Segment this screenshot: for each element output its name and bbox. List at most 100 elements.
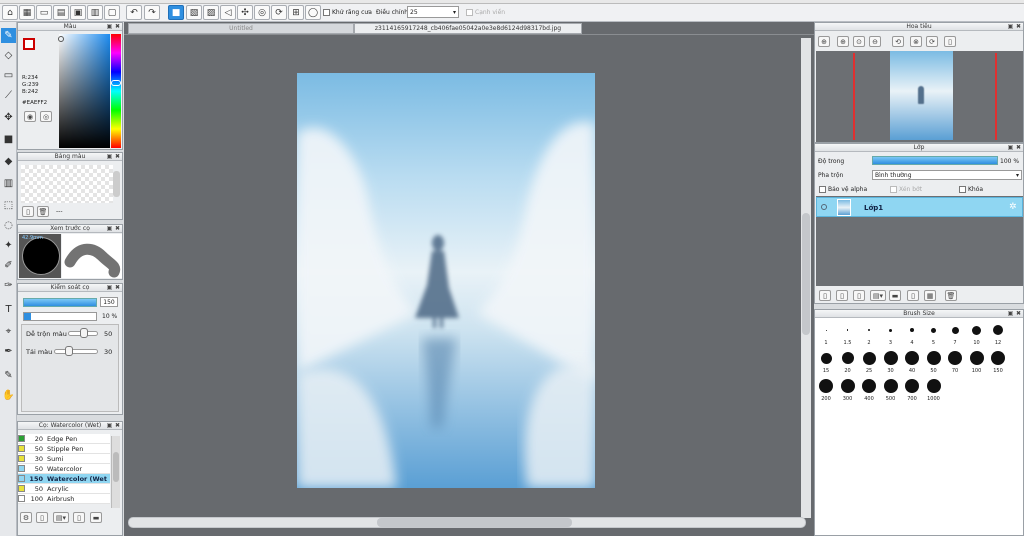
close-icon[interactable]: ✖ [1015, 144, 1022, 151]
brush-size-dot[interactable] [820, 352, 832, 364]
brush-tool-icon[interactable]: ✎ [1, 28, 16, 43]
minimize-icon[interactable]: ▣ [1007, 310, 1014, 317]
color-wheel-icon[interactable]: ◎ [40, 111, 52, 122]
select-tool-icon[interactable]: ⬚ [1, 198, 16, 213]
eraser-tool-icon[interactable]: ◇ [1, 48, 16, 63]
layer-menu-icon[interactable]: ▤▾ [870, 290, 886, 301]
brush-size-dot[interactable] [889, 328, 892, 332]
protect-alpha-option[interactable]: Bảo vệ alpha [819, 186, 867, 193]
merge-all-icon[interactable]: ▦ [924, 290, 936, 301]
rotate-left-icon[interactable]: ⟲ [892, 36, 904, 47]
chat-icon[interactable]: ▭ [36, 5, 52, 20]
blend-slider-handle[interactable] [80, 328, 88, 338]
undo-icon[interactable]: ↶ [126, 5, 142, 20]
brush-size-dot[interactable] [905, 351, 919, 365]
edge-checkbox[interactable] [466, 9, 473, 16]
brush-size-dot[interactable] [883, 379, 898, 393]
brush-item[interactable]: 100 Airbrush [18, 494, 110, 504]
brush-copy-icon[interactable]: ▯ [36, 512, 48, 523]
minimize-icon[interactable]: ▣ [106, 225, 113, 232]
brush-size-dot[interactable] [951, 326, 959, 334]
minimize-icon[interactable]: ▣ [1007, 23, 1014, 30]
minimize-icon[interactable]: ▣ [106, 153, 113, 160]
dropper2-tool-icon[interactable]: ✎ [1, 368, 16, 383]
expand-icon[interactable]: ✣ [237, 5, 253, 20]
brush-size-dot[interactable] [840, 379, 855, 393]
layer-icon[interactable]: ▤ [53, 5, 69, 20]
flip-icon[interactable]: ◁ [220, 5, 236, 20]
brush-size-dot[interactable] [862, 351, 876, 365]
brush-folder-icon[interactable]: ▬ [90, 512, 102, 523]
merge-down-icon[interactable]: ▯ [907, 290, 919, 301]
brush-item[interactable]: 30 Sumi [18, 454, 110, 464]
redo-icon[interactable]: ↷ [144, 5, 160, 20]
close-icon[interactable]: ✖ [114, 225, 121, 232]
new-icon[interactable]: ⌂ [2, 5, 18, 20]
brush-size-dot[interactable] [819, 379, 833, 393]
brush-size-dot[interactable] [926, 379, 941, 393]
brush-item[interactable]: 50 Acrylic [18, 484, 110, 494]
deselect-icon[interactable]: ▨ [203, 5, 219, 20]
lasso-tool-icon[interactable]: ◌ [1, 218, 16, 233]
brush-size-dot[interactable] [846, 329, 849, 331]
palette-scrollbar[interactable] [113, 171, 120, 197]
close-icon[interactable]: ✖ [1015, 23, 1022, 30]
snap-icon[interactable]: ⊞ [288, 5, 304, 20]
gradient-tool-icon[interactable]: ▥ [1, 176, 16, 191]
brush-item[interactable]: 20 Edge Pen [18, 434, 110, 444]
close-icon[interactable]: ✖ [114, 422, 121, 429]
foreground-color-swatch[interactable] [23, 38, 35, 50]
brush-size-dot[interactable] [926, 351, 941, 365]
clipping-checkbox[interactable] [890, 186, 897, 193]
select-rect-icon[interactable]: ■ [168, 5, 184, 20]
reset-view-icon[interactable]: ⊗ [910, 36, 922, 47]
brush-size-dot[interactable] [969, 351, 984, 365]
refill-slider[interactable] [54, 349, 98, 354]
flip-view-icon[interactable]: ▯ [944, 36, 956, 47]
brush-item[interactable]: 50 Stipple Pen [18, 444, 110, 454]
box-icon[interactable]: ▢ [104, 5, 120, 20]
lock-option[interactable]: Khóa [959, 186, 983, 193]
clipboard-icon[interactable]: ▣ [70, 5, 86, 20]
new-layer-icon[interactable]: ▯ [819, 290, 831, 301]
brush-opacity-slider[interactable] [23, 312, 97, 321]
zoom-in-icon[interactable]: ⊕ [818, 36, 830, 47]
move-tool-icon[interactable]: ✥ [1, 110, 16, 125]
brush-size-dot[interactable] [825, 329, 827, 331]
lock-checkbox[interactable] [959, 186, 966, 193]
line-tool-icon[interactable]: ⟋ [1, 88, 16, 103]
brush-size-dot[interactable] [931, 327, 936, 333]
color-mode-icon[interactable]: ◉ [24, 111, 36, 122]
brush-size-dot[interactable] [868, 329, 870, 331]
new-layer-alt-icon[interactable]: ▯ [836, 290, 848, 301]
zoom-fit-icon[interactable]: ⊙ [853, 36, 865, 47]
zoom-in-alt-icon[interactable]: ⊕ [837, 36, 849, 47]
minimize-icon[interactable]: ▣ [106, 284, 113, 291]
layer-blend-select[interactable]: Bình thường ▾ [872, 170, 1022, 180]
brush-size-dot[interactable] [972, 325, 981, 335]
brush-item[interactable]: 50 Watercolor [18, 464, 110, 474]
layer-row[interactable]: Lớp1 ✲ [816, 197, 1023, 217]
zoom-out-icon[interactable]: ⊖ [869, 36, 881, 47]
brush-size-input[interactable]: 150 [100, 297, 118, 307]
minimize-icon[interactable]: ▣ [1007, 144, 1014, 151]
hue-handle[interactable] [111, 80, 121, 86]
shape-tool-icon[interactable]: ■ [1, 132, 16, 147]
canvas-vertical-scrollbar[interactable] [801, 38, 811, 518]
transform-icon[interactable]: ▦ [19, 5, 35, 20]
brush-new-icon[interactable]: ▤▾ [53, 512, 69, 523]
brush-list-scrollbar[interactable] [111, 436, 120, 508]
rotate-icon[interactable]: ⟳ [271, 5, 287, 20]
brush-size-dot[interactable] [862, 379, 876, 393]
protect-alpha-checkbox[interactable] [819, 186, 826, 193]
target-icon[interactable]: ◎ [254, 5, 270, 20]
canvas-horizontal-scrollbar[interactable] [128, 517, 806, 528]
select-all-icon[interactable]: ▧ [186, 5, 202, 20]
close-icon[interactable]: ✖ [114, 23, 121, 30]
visibility-icon[interactable] [821, 204, 827, 210]
brush-size-dot[interactable] [883, 351, 898, 365]
brush-size-dot[interactable] [910, 328, 914, 332]
select-eraser-tool-icon[interactable]: ✑ [1, 278, 16, 293]
brush-add-icon[interactable]: ⚙ [20, 512, 32, 523]
brush-item-selected[interactable]: 150 Watercolor (Wet [18, 474, 110, 484]
